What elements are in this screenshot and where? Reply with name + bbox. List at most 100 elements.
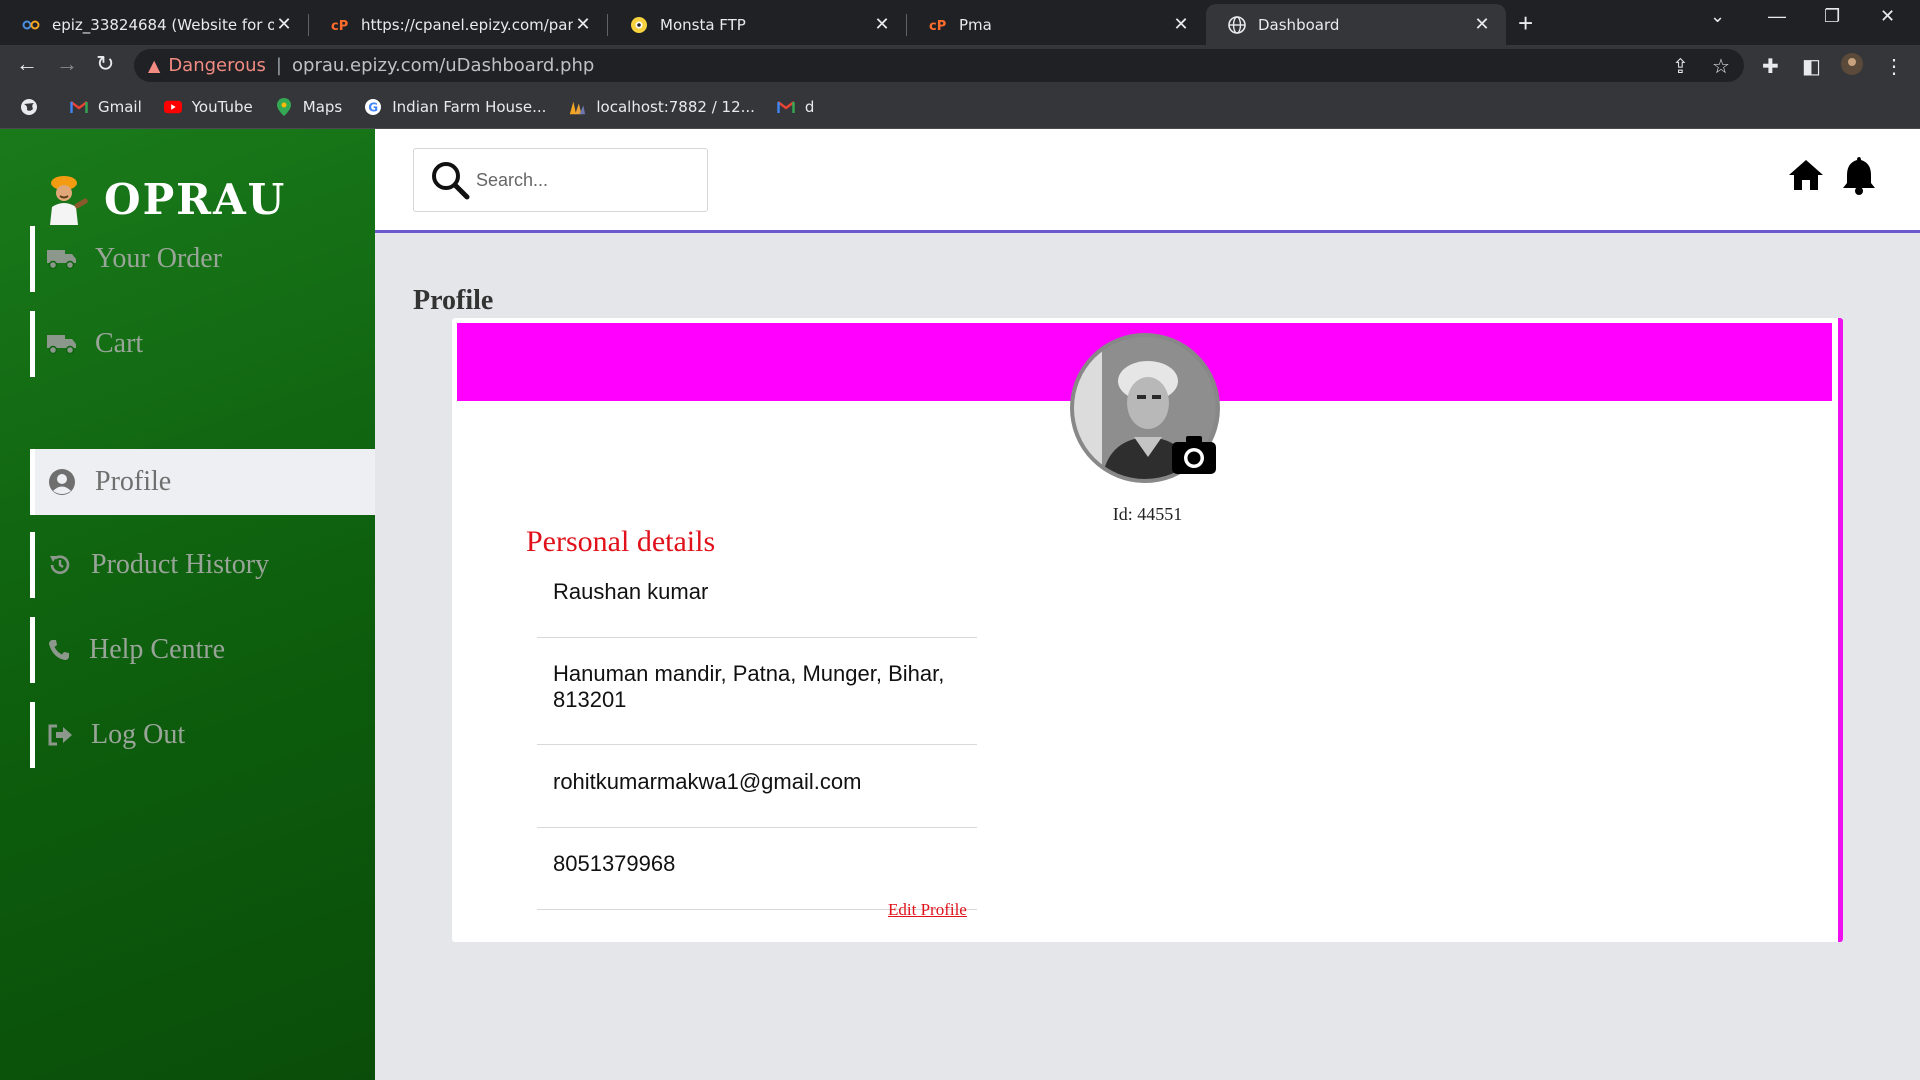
detail-name: Raushan kumar	[537, 579, 977, 638]
svg-text:G: G	[368, 101, 378, 115]
edit-profile-link[interactable]: Edit Profile	[888, 900, 967, 920]
bookmark-label: localhost:7882 / 12...	[596, 98, 755, 116]
bookmark-item[interactable]: localhost:7882 / 12...	[568, 98, 755, 116]
bookmark-item[interactable]: Gmail	[70, 98, 142, 116]
sidebar-item-label: Cart	[95, 328, 144, 359]
youtube-icon	[163, 98, 182, 116]
detail-address: Hanuman mandir, Patna, Munger, Bihar, 81…	[537, 661, 977, 745]
home-icon[interactable]	[1788, 159, 1824, 191]
cpanel-icon: cP	[331, 16, 349, 34]
sidebar-item-product-history[interactable]: Product History	[30, 532, 375, 598]
profile-avatar[interactable]	[1840, 52, 1864, 82]
bell-icon[interactable]	[1841, 155, 1877, 195]
close-window-icon[interactable]: ✕	[1880, 6, 1895, 27]
security-label[interactable]: Dangerous	[168, 55, 266, 76]
user-id: Id: 44551	[1112, 504, 1183, 524]
new-tab-icon[interactable]: +	[1518, 8, 1533, 39]
monsta-ftp-icon	[630, 16, 648, 34]
cpanel-icon: cP	[929, 16, 947, 34]
bookmark-label: Maps	[302, 98, 343, 116]
sidebar-item-help-centre[interactable]: Help Centre	[30, 617, 375, 683]
sidebar-item-label: Your Order	[95, 243, 223, 274]
sidebar: OPRAU Your Order Cart Profile Product Hi	[0, 129, 375, 1080]
infinityfree-icon	[22, 16, 40, 34]
warning-icon[interactable]: ▲	[148, 56, 160, 75]
maps-icon	[275, 98, 293, 116]
bookmark-label: YouTube	[191, 98, 253, 116]
minimize-icon[interactable]: —	[1768, 6, 1786, 27]
brand-name: OPRAU	[104, 174, 287, 224]
globe-icon	[1228, 15, 1246, 34]
gmail-icon	[70, 98, 88, 116]
topbar	[375, 129, 1920, 233]
sidebar-item-log-out[interactable]: Log Out	[30, 702, 375, 768]
browser-tab[interactable]: Monsta FTP ✕	[608, 4, 906, 45]
bookmark-apps[interactable]	[20, 98, 48, 116]
gmail-icon	[777, 98, 795, 116]
share-icon[interactable]: ⇪	[1672, 54, 1689, 79]
search-box[interactable]	[413, 148, 708, 212]
globe-icon	[20, 98, 38, 116]
tab-search-icon[interactable]: ⌄	[1710, 6, 1725, 27]
sidebar-item-label: Profile	[95, 466, 172, 497]
bookmark-label: Indian Farm House...	[392, 98, 547, 116]
sidebar-item-profile[interactable]: Profile	[30, 449, 375, 515]
browser-tab[interactable]: cP Pma ✕	[907, 4, 1205, 45]
bookmark-label: Gmail	[98, 98, 142, 116]
tab-title: https://cpanel.epizy.com/panel/ir	[361, 15, 573, 34]
page-title: Profile	[413, 285, 494, 316]
bookmarks-bar: Gmail YouTube Maps G Indian Farm House..…	[0, 86, 1920, 129]
forward-icon[interactable]: →	[56, 51, 78, 77]
tab-title: epiz_33824684 (Website for opra	[52, 15, 274, 34]
bookmark-item[interactable]: YouTube	[163, 98, 253, 116]
close-tab-icon[interactable]: ✕	[573, 14, 593, 35]
restore-icon[interactable]: ❐	[1824, 6, 1840, 27]
tab-title: Monsta FTP	[660, 15, 746, 34]
sidebar-item-label: Log Out	[91, 719, 186, 750]
search-input[interactable]	[476, 169, 696, 191]
browser-toolbar: ← → ↻ ▲ Dangerous | oprau.epizy.com/uDas…	[0, 45, 1920, 86]
sidebar-item-label: Product History	[91, 549, 270, 580]
logout-icon	[47, 720, 73, 750]
web-page: OPRAU Your Order Cart Profile Product Hi	[0, 129, 1920, 1080]
side-panel-icon[interactable]: ◧	[1802, 54, 1821, 79]
truck-icon	[47, 329, 77, 359]
farmer-logo-icon	[50, 176, 88, 225]
brand[interactable]: OPRAU	[38, 171, 286, 227]
address-bar[interactable]: ▲ Dangerous | oprau.epizy.com/uDashboard…	[134, 49, 1744, 82]
reload-icon[interactable]: ↻	[96, 51, 114, 77]
close-tab-icon[interactable]: ✕	[872, 14, 892, 35]
history-icon	[47, 550, 73, 580]
star-icon[interactable]: ☆	[1712, 54, 1730, 79]
back-icon[interactable]: ←	[16, 51, 38, 77]
menu-icon[interactable]: ⋮	[1884, 54, 1904, 79]
url-text[interactable]: oprau.epizy.com/uDashboard.php	[292, 55, 594, 76]
close-tab-icon[interactable]: ✕	[1171, 14, 1191, 35]
tab-title: Pma	[959, 15, 992, 34]
search-icon[interactable]	[430, 160, 470, 200]
personal-details-title: Personal details	[526, 525, 716, 558]
browser-tab[interactable]: cP https://cpanel.epizy.com/panel/ir ✕	[309, 4, 607, 45]
close-tab-icon[interactable]: ✕	[274, 14, 294, 35]
browser-tab[interactable]: epiz_33824684 (Website for opra ✕	[0, 4, 308, 45]
sidebar-item-cart[interactable]: Cart	[30, 311, 375, 377]
google-icon: G	[364, 98, 382, 116]
user-circle-icon	[47, 467, 77, 497]
bookmark-item[interactable]: G Indian Farm House...	[364, 98, 546, 116]
bookmark-item[interactable]: Maps	[275, 98, 342, 116]
phpmyadmin-icon	[568, 98, 586, 116]
browser-tab-active[interactable]: Dashboard ✕	[1206, 4, 1506, 45]
bookmark-label: d	[804, 98, 815, 116]
camera-icon[interactable]	[1172, 436, 1216, 474]
browser-tab-strip: epiz_33824684 (Website for opra ✕ cP htt…	[0, 0, 1920, 45]
tab-title: Dashboard	[1258, 15, 1340, 34]
phone-icon	[47, 635, 71, 665]
svg-text:cP: cP	[331, 19, 348, 32]
close-tab-icon[interactable]: ✕	[1472, 14, 1492, 35]
sidebar-item-your-order[interactable]: Your Order	[30, 226, 375, 292]
extensions-icon[interactable]: ✚	[1762, 54, 1779, 79]
svg-text:cP: cP	[929, 19, 946, 32]
address-divider: |	[275, 55, 282, 76]
detail-email: rohitkumarmakwa1@gmail.com	[537, 769, 977, 828]
bookmark-item[interactable]: d	[777, 98, 815, 116]
